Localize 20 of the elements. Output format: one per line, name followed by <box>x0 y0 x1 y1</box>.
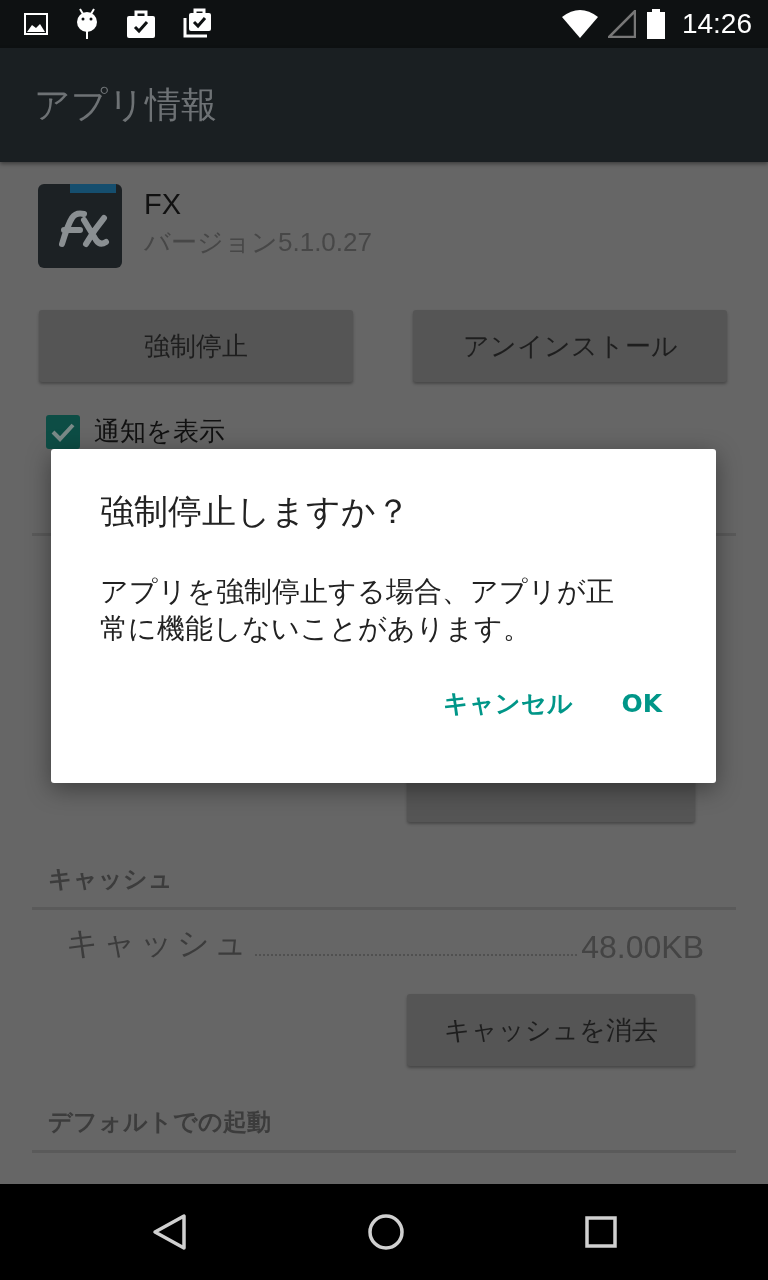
checkbox-label: 通知を表示 <box>94 415 225 448</box>
home-icon[interactable] <box>368 1214 404 1250</box>
back-icon[interactable] <box>150 1213 187 1251</box>
ok-button[interactable]: OK <box>607 679 676 728</box>
android-icon <box>74 8 100 40</box>
battery-icon <box>645 9 666 39</box>
app-name: FX <box>144 188 183 221</box>
signal-icon <box>607 10 636 38</box>
cancel-button[interactable]: キャンセル <box>429 679 588 728</box>
wifi-icon <box>561 9 598 39</box>
briefcase-check-icon <box>126 9 156 39</box>
recents-icon[interactable] <box>585 1216 618 1248</box>
app-icon <box>38 184 122 268</box>
image-icon <box>24 13 48 35</box>
briefcase-stack-icon <box>182 8 212 40</box>
dialog-title: 強制停止しますか？ <box>100 490 410 533</box>
screen-title: アプリ情報 <box>34 82 217 127</box>
checkbox[interactable] <box>46 414 80 449</box>
clock-time: 14:26 <box>681 8 752 40</box>
dialog-message: アプリを強制停止する場合、アプリが正常に機能しないことがあります。 <box>100 574 615 647</box>
